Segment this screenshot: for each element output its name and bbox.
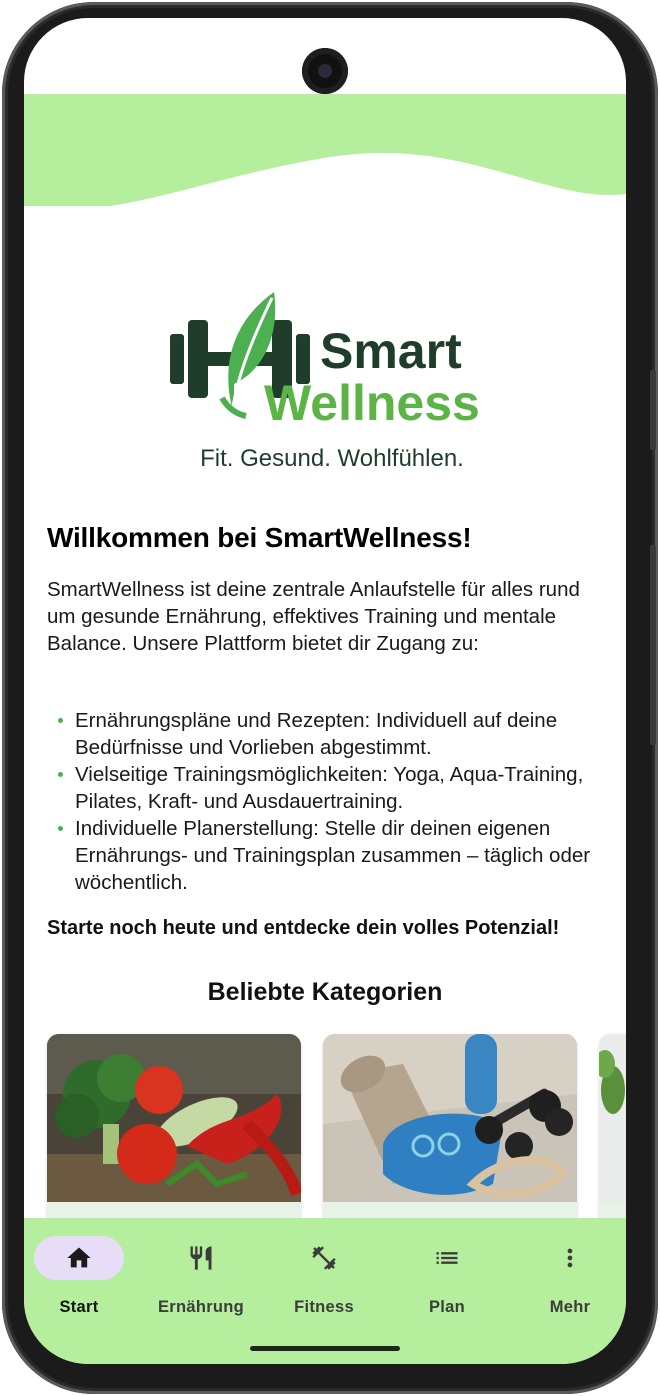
- logo-text-wellness: Wellness: [264, 375, 480, 431]
- bullet-icon: [58, 718, 63, 723]
- feature-list: Ernährungspläne und Rezepten: Individuel…: [47, 707, 617, 896]
- category-card-fitness[interactable]: [323, 1034, 577, 1234]
- front-camera: [302, 48, 348, 94]
- logo-text-smart: Smart: [320, 323, 462, 379]
- volume-button: [650, 370, 656, 450]
- more-vert-icon: [567, 1248, 573, 1268]
- fitness-equipment-photo: [323, 1034, 577, 1202]
- nav-item-plan[interactable]: Plan: [387, 1230, 507, 1316]
- list-item: Individuelle Planerstellung: Stelle dir …: [47, 815, 617, 896]
- nav-item-start[interactable]: Start: [24, 1230, 139, 1316]
- nav-label-ernaehrung: Ernährung: [157, 1298, 245, 1316]
- power-button: [650, 545, 656, 745]
- feature-text: Vielseitige Trainingsmöglichkeiten: Yoga…: [75, 763, 584, 813]
- bullet-icon: [58, 772, 63, 777]
- category-card-nutrition[interactable]: [47, 1034, 301, 1234]
- feature-text: Ernährungspläne und Rezepten: Individuel…: [75, 709, 558, 759]
- fitness-icon: [312, 1246, 336, 1270]
- list-icon: [436, 1252, 458, 1264]
- bottom-navigation: Start Ernährung Fitness Plan Mehr: [24, 1218, 626, 1364]
- app-screen: Smart Wellness Fit. Gesund. Wohlfühlen. …: [24, 18, 626, 1364]
- feature-text: Individuelle Planerstellung: Stelle dir …: [75, 817, 591, 894]
- smartwellness-logo: Smart Wellness Fit. Gesund. Wohlfühlen.: [170, 292, 480, 472]
- logo-tagline: Fit. Gesund. Wohlfühlen.: [200, 445, 464, 472]
- categories-title: Beliebte Kategorien: [207, 978, 443, 1006]
- nav-label-mehr: Mehr: [549, 1298, 591, 1316]
- nav-label-start: Start: [59, 1298, 99, 1316]
- nav-label-fitness: Fitness: [294, 1298, 354, 1316]
- welcome-title: Willkommen bei SmartWellness!: [47, 522, 472, 553]
- header-wave: [24, 94, 626, 206]
- list-item: Vielseitige Trainingsmöglichkeiten: Yoga…: [47, 761, 617, 815]
- category-card-wellness[interactable]: [599, 1034, 626, 1234]
- nav-item-mehr[interactable]: Mehr: [510, 1230, 626, 1316]
- home-indicator[interactable]: [250, 1346, 400, 1351]
- nav-item-fitness[interactable]: Fitness: [264, 1230, 384, 1316]
- plant-photo: [599, 1034, 626, 1202]
- call-to-action: Starte noch heute und entdecke dein voll…: [47, 917, 560, 939]
- vegetables-photo: [47, 1034, 301, 1202]
- restaurant-icon: [190, 1246, 212, 1270]
- nav-label-plan: Plan: [428, 1298, 466, 1316]
- home-icon: [67, 1247, 91, 1268]
- welcome-intro: SmartWellness ist deine zentrale Anlaufs…: [47, 578, 580, 655]
- list-item: Ernährungspläne und Rezepten: Individuel…: [47, 707, 617, 761]
- nav-item-ernaehrung[interactable]: Ernährung: [141, 1230, 261, 1316]
- bullet-icon: [58, 826, 63, 831]
